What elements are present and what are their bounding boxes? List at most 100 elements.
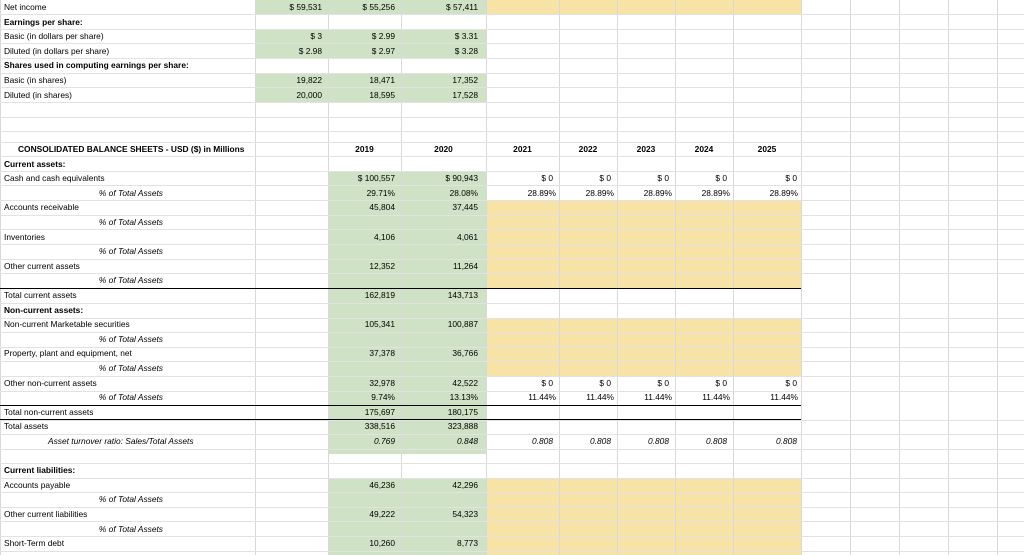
shares-diluted-label: Diluted (in shares) [4,89,72,100]
ar-2019[interactable]: 45,804 [328,200,395,215]
cash-pct-2025[interactable]: 28.89% [733,186,798,201]
other-non-current-assets-2024[interactable]: $ 0 [675,376,727,391]
other-non-current-assets-pct-2023[interactable]: 11.44% [617,390,672,405]
total-non-current-assets-2020[interactable]: 180,175 [401,405,478,420]
total-assets-2020[interactable]: 323,888 [401,419,478,434]
total-non-current-assets-2019[interactable]: 175,697 [328,405,395,420]
ppe-2020[interactable]: 36,766 [401,346,478,361]
ar-label: Accounts receivable [4,202,79,213]
other-non-current-assets-2022[interactable]: $ 0 [559,376,611,391]
grid-row-line [0,131,1024,132]
shares-basic-2021[interactable]: 17,352 [401,73,478,88]
asset-turnover-2023[interactable]: 0.808 [617,434,669,449]
accounts-payable-2019[interactable]: 46,236 [328,478,395,493]
accounts-payable-label: Accounts payable [4,479,71,490]
total-current-assets-2019[interactable]: 162,819 [328,288,395,303]
ppe-2019[interactable]: 37,378 [328,346,395,361]
other-non-current-assets-pct-2022[interactable]: 11.44% [559,390,614,405]
other-current-liabilities-pct-label: % of Total Assets [98,523,163,534]
marketable-securities-2019[interactable]: 105,341 [328,317,395,332]
other-non-current-assets-pct-2025[interactable]: 11.44% [733,390,798,405]
total-current-assets-2020[interactable]: 143,713 [401,288,478,303]
grid-row-line [0,43,1024,44]
other-non-current-assets-pct-2021[interactable]: 11.44% [486,390,556,405]
grid-row-line [0,463,1024,464]
total-assets-2019[interactable]: 338,516 [328,419,395,434]
eps-basic-2020[interactable]: $ 2.99 [328,29,395,44]
cash-2022[interactable]: $ 0 [559,171,611,186]
cash-2024[interactable]: $ 0 [675,171,727,186]
other-non-current-assets-2025[interactable]: $ 0 [733,376,797,391]
asset-turnover-2019[interactable]: 0.769 [328,434,395,449]
grid-col-line [850,0,851,555]
short-term-debt-label: Short-Term debt [4,538,65,549]
inventories-2019[interactable]: 4,106 [328,230,395,245]
cash-pct-2019[interactable]: 29.71% [328,186,395,201]
asset-turnover-2021[interactable]: 0.808 [486,434,553,449]
shares-diluted-2021[interactable]: 17,528 [401,88,478,103]
shares-basic-2020[interactable]: 18,471 [328,73,395,88]
grid-row-line [0,449,1024,450]
other-non-current-assets-2020[interactable]: 42,522 [401,376,478,391]
current-assets-heading: Current assets: [4,158,66,169]
cash-2023[interactable]: $ 0 [617,171,669,186]
short-term-debt-2019[interactable]: 10,260 [328,536,395,551]
asset-turnover-2025[interactable]: 0.808 [733,434,797,449]
cash-pct-2024[interactable]: 28.89% [675,186,730,201]
grid-row-line [0,259,1024,260]
cash-pct-2023[interactable]: 28.89% [617,186,672,201]
other-current-liabilities-2019[interactable]: 49,222 [328,507,395,522]
other-current-liabilities-2020[interactable]: 54,323 [401,507,478,522]
other-non-current-assets-pct-2019[interactable]: 9.74% [328,390,395,405]
eps-diluted-2019[interactable]: $ 2.98 [255,44,322,59]
year-header-2021[interactable]: 2021 [486,142,559,157]
grid-row-line [0,507,1024,508]
shares-diluted-2019[interactable]: 20,000 [255,88,322,103]
other-non-current-assets-pct-2024[interactable]: 11.44% [675,390,730,405]
other-current-assets-2020[interactable]: 11,264 [401,259,478,274]
cash-pct-2022[interactable]: 28.89% [559,186,614,201]
grid-col-line [617,0,618,555]
cash-2025[interactable]: $ 0 [733,171,797,186]
asset-turnover-2024[interactable]: 0.808 [675,434,727,449]
grid-col-line [559,0,560,555]
other-non-current-assets-2021[interactable]: $ 0 [486,376,553,391]
grid-row-line [0,551,1024,552]
short-term-debt-2020[interactable]: 8,773 [401,536,478,551]
cash-pct-2020[interactable]: 28.08% [401,186,478,201]
eps-diluted-2020[interactable]: $ 2.97 [328,44,395,59]
grid-row-line [0,87,1024,88]
year-header-2020[interactable]: 2020 [401,142,486,157]
year-header-2019[interactable]: 2019 [328,142,401,157]
asset-turnover-2022[interactable]: 0.808 [559,434,611,449]
asset-turnover-2020[interactable]: 0.848 [401,434,478,449]
other-non-current-assets-pct-2020[interactable]: 13.13% [401,390,478,405]
cash-pct-label: % of Total Assets [98,187,163,198]
cash-2020[interactable]: $ 90,943 [401,171,478,186]
net-income-2019[interactable]: $ 59,531 [255,0,322,15]
other-current-assets-2019[interactable]: 12,352 [328,259,395,274]
net-income-2020[interactable]: $ 55,256 [328,0,395,15]
year-header-2022[interactable]: 2022 [559,142,617,157]
eps-diluted-2021[interactable]: $ 3.28 [401,44,478,59]
other-current-assets-pct-label: % of Total Assets [98,275,163,286]
marketable-securities-2020[interactable]: 100,887 [401,317,478,332]
other-non-current-assets-2023[interactable]: $ 0 [617,376,669,391]
other-non-current-assets-2019[interactable]: 32,978 [328,376,395,391]
cash-pct-2021[interactable]: 28.89% [486,186,556,201]
shares-basic-2019[interactable]: 19,822 [255,73,322,88]
year-header-2023[interactable]: 2023 [617,142,675,157]
accounts-payable-2020[interactable]: 42,296 [401,478,478,493]
cash-2019[interactable]: $ 100,557 [328,171,395,186]
inventories-2020[interactable]: 4,061 [401,230,478,245]
net-income-2021[interactable]: $ 57,411 [401,0,478,15]
eps-basic-2021[interactable]: $ 3.31 [401,29,478,44]
eps-basic-2019[interactable]: $ 3 [255,29,322,44]
shares-diluted-2020[interactable]: 18,595 [328,88,395,103]
ar-2020[interactable]: 37,445 [401,200,478,215]
year-header-2025[interactable]: 2025 [733,142,801,157]
total-assets-label: Total assets [4,421,49,432]
projection-fill-liabilities [486,478,801,555]
cash-2021[interactable]: $ 0 [486,171,553,186]
year-header-2024[interactable]: 2024 [675,142,733,157]
